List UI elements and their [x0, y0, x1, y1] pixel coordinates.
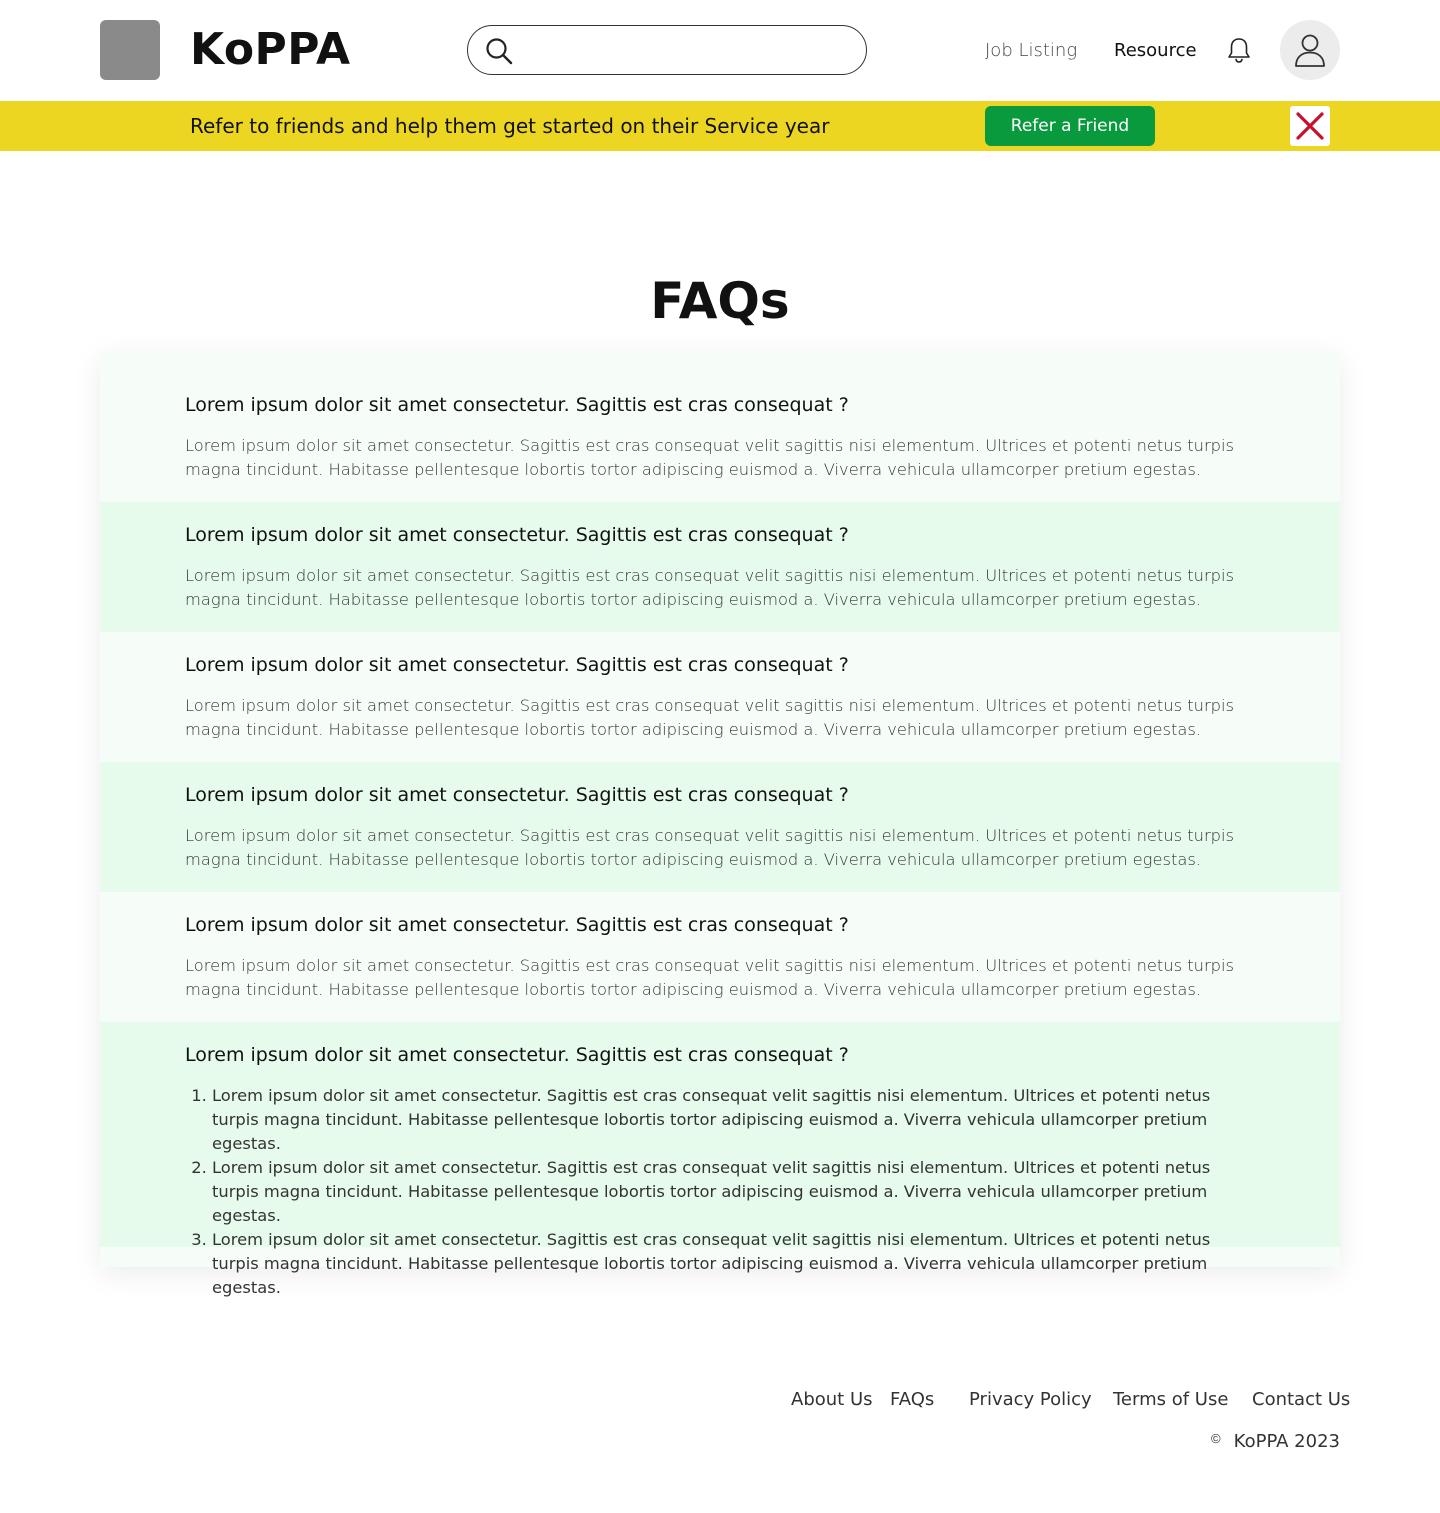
search-icon [486, 38, 513, 65]
faq-item: Lorem ipsum dolor sit amet consectetur. … [100, 892, 1340, 1022]
faq-question[interactable]: Lorem ipsum dolor sit amet consectetur. … [185, 524, 849, 546]
faq-item: Lorem ipsum dolor sit amet consectetur. … [100, 632, 1340, 762]
faq-answer: Lorem ipsum dolor sit amet consectetur. … [185, 956, 1235, 999]
copyright-symbol: © [1211, 1431, 1221, 1446]
referral-banner: Refer to friends and help them get start… [0, 101, 1440, 151]
avatar[interactable] [1280, 20, 1340, 80]
list-item: Lorem ipsum dolor sit amet consectetur. … [212, 1228, 1225, 1300]
faq-answer: Lorem ipsum dolor sit amet consectetur. … [185, 436, 1235, 479]
footer-terms-link[interactable]: Terms of Use [1113, 1389, 1228, 1410]
header: KoPPA Job Listing Resource [0, 0, 1440, 101]
page-title: FAQs [650, 272, 790, 330]
faq-item: Lorem ipsum dolor sit amet consectetur. … [100, 762, 1340, 892]
faq-item: Lorem ipsum dolor sit amet consectetur. … [100, 502, 1340, 632]
close-banner-button[interactable] [1290, 106, 1330, 146]
footer-contact-link[interactable]: Contact Us [1252, 1389, 1350, 1410]
search-bar[interactable] [467, 25, 867, 75]
faq-question[interactable]: Lorem ipsum dolor sit amet consectetur. … [185, 654, 849, 676]
faq-question[interactable]: Lorem ipsum dolor sit amet consectetur. … [185, 784, 849, 806]
faq-answer-list: Lorem ipsum dolor sit amet consectetur. … [185, 1084, 1225, 1300]
footer-privacy-link[interactable]: Privacy Policy [969, 1389, 1092, 1410]
search-input[interactable] [528, 36, 848, 64]
faq-item: Lorem ipsum dolor sit amet consectetur. … [100, 352, 1340, 502]
banner-text: Refer to friends and help them get start… [190, 114, 830, 138]
faq-question[interactable]: Lorem ipsum dolor sit amet consectetur. … [185, 394, 849, 416]
faq-answer: Lorem ipsum dolor sit amet consectetur. … [185, 566, 1235, 609]
faq-answer: Lorem ipsum dolor sit amet consectetur. … [185, 696, 1235, 739]
bell-icon[interactable] [1225, 36, 1253, 64]
refer-friend-button[interactable]: Refer a Friend [985, 106, 1155, 146]
footer-faqs-link[interactable]: FAQs [890, 1389, 934, 1410]
user-icon [1295, 34, 1325, 67]
nav-job-listing[interactable]: Job Listing [985, 40, 1077, 61]
faq-question[interactable]: Lorem ipsum dolor sit amet consectetur. … [185, 1044, 849, 1066]
faq-question[interactable]: Lorem ipsum dolor sit amet consectetur. … [185, 914, 849, 936]
faq-answer: Lorem ipsum dolor sit amet consectetur. … [185, 826, 1235, 869]
brand-name[interactable]: KoPPA [190, 24, 351, 75]
list-item: Lorem ipsum dolor sit amet consectetur. … [212, 1156, 1225, 1228]
copyright-text: KoPPA 2023 [1233, 1431, 1340, 1452]
faq-card: Lorem ipsum dolor sit amet consectetur. … [100, 352, 1340, 1297]
logo-placeholder[interactable] [100, 20, 160, 80]
faq-item: Lorem ipsum dolor sit amet consectetur. … [100, 1022, 1340, 1297]
list-item: Lorem ipsum dolor sit amet consectetur. … [212, 1084, 1225, 1156]
nav-resource[interactable]: Resource [1114, 40, 1197, 61]
close-icon [1296, 112, 1324, 140]
footer-about-link[interactable]: About Us [791, 1389, 873, 1410]
